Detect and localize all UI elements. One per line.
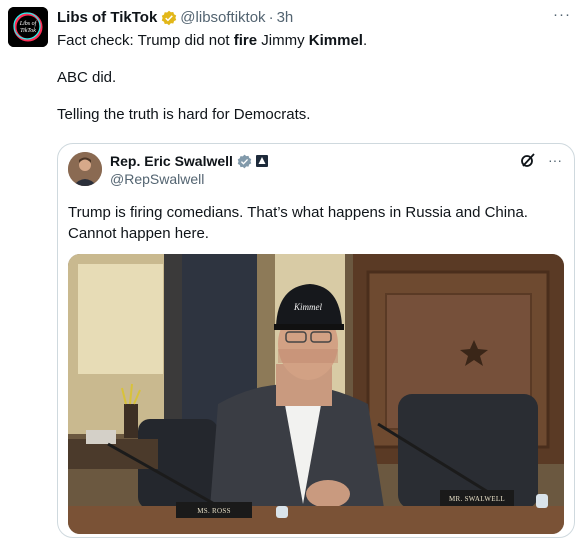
quote-image[interactable]: Kimmel MS. ROSS MR. SWALWELL — [68, 254, 564, 534]
svg-text:Libs of: Libs of — [19, 20, 38, 27]
tweet-header: Libs of TikTok @libsoftiktok · 3h — [57, 8, 293, 28]
person-avatar — [68, 152, 102, 186]
quote-actions: ··· — [520, 152, 562, 168]
svg-text:Kimmel: Kimmel — [293, 302, 322, 312]
timestamp[interactable]: 3h — [277, 8, 294, 28]
separator: · — [268, 9, 274, 26]
grok-icon[interactable] — [520, 152, 536, 168]
verified-gold-icon — [162, 10, 177, 26]
tweet-line-3: Telling the truth is hard for Democrats. — [57, 106, 311, 123]
quote-avatar[interactable] — [68, 152, 102, 186]
quote-author-name[interactable]: Rep. Eric Swalwell — [110, 152, 233, 170]
quote-author-line: Rep. Eric Swalwell — [110, 152, 269, 170]
author-handle[interactable]: @libsoftiktok — [180, 8, 265, 28]
svg-text:TikTok: TikTok — [20, 28, 36, 34]
libs-of-tiktok-logo: Libs of TikTok — [8, 7, 48, 47]
more-icon[interactable]: ··· — [553, 6, 571, 23]
hearing-photo: Kimmel MS. ROSS MR. SWALWELL — [68, 254, 564, 534]
svg-text:MS. ROSS: MS. ROSS — [197, 507, 231, 515]
author-name[interactable]: Libs of TikTok — [57, 8, 157, 28]
verified-gray-icon — [237, 154, 252, 168]
quote-tweet-card[interactable]: Rep. Eric Swalwell @RepSwalwell ··· Trum… — [57, 143, 575, 538]
svg-text:MR. SWALWELL: MR. SWALWELL — [449, 495, 505, 503]
quote-author-handle[interactable]: @RepSwalwell — [110, 170, 204, 188]
avatar[interactable]: Libs of TikTok — [8, 7, 48, 47]
tweet-line-2: ABC did. — [57, 69, 117, 86]
quote-more-icon[interactable]: ··· — [548, 152, 562, 168]
tweet-line-1: Fact check: Trump did not fire Jimmy Kim… — [57, 32, 368, 49]
government-icon — [255, 155, 268, 167]
quote-text: Trump is firing comedians. That’s what h… — [68, 204, 528, 242]
tweet-text: Fact check: Trump did not fire Jimmy Kim… — [57, 31, 367, 142]
